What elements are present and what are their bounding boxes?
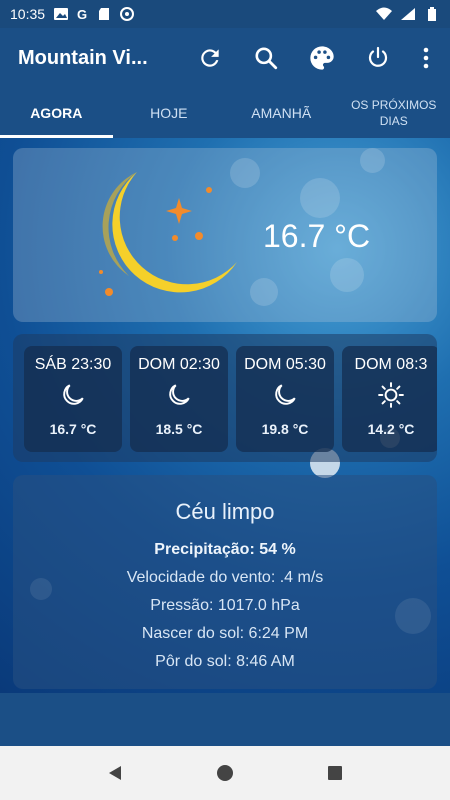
hourly-item[interactable]: SÁB 23:30 16.7 °C xyxy=(24,346,122,452)
sd-card-icon xyxy=(99,8,110,20)
power-icon xyxy=(368,46,388,67)
status-time: 10:35 xyxy=(10,6,46,22)
tab-bar: AGORA HOJE AMANHÃ OS PRÓXIMOS DIAS xyxy=(0,88,450,138)
signal-icon xyxy=(401,8,415,20)
recents-button[interactable] xyxy=(322,760,348,786)
status-bar: 10:35 G xyxy=(0,0,450,28)
current-conditions-card: 16.7 °C xyxy=(13,148,437,322)
power-button[interactable] xyxy=(364,44,392,72)
hourly-temperature: 19.8 °C xyxy=(261,421,309,437)
google-icon: G xyxy=(77,7,87,21)
at-sign-icon xyxy=(120,7,135,21)
home-icon xyxy=(217,765,233,781)
home-button[interactable] xyxy=(212,760,238,786)
moon-icon xyxy=(275,384,296,405)
back-button[interactable] xyxy=(102,760,128,786)
bottom-strip xyxy=(0,693,450,746)
hourly-temperature: 18.5 °C xyxy=(155,421,203,437)
tab-hoje[interactable]: HOJE xyxy=(113,88,226,138)
tab-proximos-dias[interactable]: OS PRÓXIMOS DIAS xyxy=(338,88,450,138)
weather-content: 16.7 °C SÁB 23:30 16.7 °C DOM 02:30 18.5… xyxy=(0,138,450,693)
search-button[interactable] xyxy=(252,44,280,72)
hourly-time: DOM 08:3 xyxy=(354,356,428,373)
moon-icon xyxy=(63,384,84,405)
hourly-forecast-card[interactable]: SÁB 23:30 16.7 °C DOM 02:30 18.5 °C DOM … xyxy=(13,334,437,462)
hourly-temperature: 14.2 °C xyxy=(367,421,415,437)
recents-icon xyxy=(328,766,342,780)
hourly-time: DOM 02:30 xyxy=(138,356,220,373)
moon-icon xyxy=(99,172,237,296)
tab-agora[interactable]: AGORA xyxy=(0,88,113,138)
wifi-icon xyxy=(376,7,392,20)
hourly-item[interactable]: DOM 05:30 19.8 °C xyxy=(236,346,334,452)
hourly-temperature: 16.7 °C xyxy=(49,421,97,437)
hourly-time: DOM 05:30 xyxy=(244,356,326,373)
pressure-text: Pressão: 1017.0 hPa xyxy=(150,597,300,614)
sunset-text: Pôr do sol: 8:46 AM xyxy=(155,653,295,670)
hourly-item[interactable]: DOM 02:30 18.5 °C xyxy=(130,346,228,452)
tab-amanha[interactable]: AMANHÃ xyxy=(225,88,338,138)
app-bar: Mountain Vi... xyxy=(0,28,450,88)
hourly-time: SÁB 23:30 xyxy=(34,356,112,373)
sunrise-text: Nascer do sol: 6:24 PM xyxy=(141,625,309,642)
more-vert-icon xyxy=(423,47,429,69)
refresh-icon xyxy=(201,49,219,67)
app-title: Mountain Vi... xyxy=(18,46,148,69)
weather-details-card: Céu limpo Precipitação: 54 % Velocidade … xyxy=(13,475,437,689)
palette-icon xyxy=(310,46,334,70)
back-icon xyxy=(109,766,121,780)
gallery-icon xyxy=(54,8,69,20)
precipitation-text: Precipitação: 54 % xyxy=(154,541,296,558)
hourly-item[interactable]: DOM 08:3 14.2 °C xyxy=(342,346,437,452)
condition-title: Céu limpo xyxy=(175,499,275,524)
more-options-button[interactable] xyxy=(420,44,432,72)
moon-icon xyxy=(169,384,190,405)
svg-text:G: G xyxy=(77,7,87,21)
sun-icon xyxy=(378,382,404,408)
theme-button[interactable] xyxy=(308,44,336,72)
refresh-button[interactable] xyxy=(196,44,224,72)
search-icon xyxy=(255,47,278,70)
current-temperature: 16.7 °C xyxy=(263,218,371,254)
wind-speed-text: Velocidade do vento: .4 m/s xyxy=(126,569,324,586)
system-nav-bar xyxy=(0,746,450,800)
battery-icon xyxy=(428,7,436,21)
